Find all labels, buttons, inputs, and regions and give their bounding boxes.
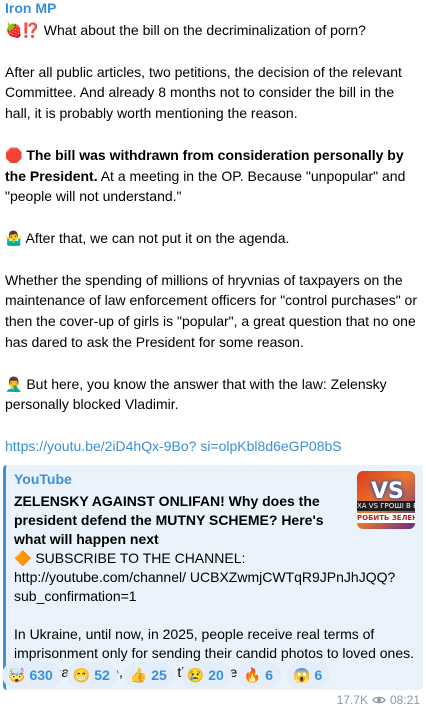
link-preview[interactable]: VS ХА VS ГРОШІ В БЮ РОБИТЬ ЗЕЛЕНСЬ YouTu… <box>3 464 423 690</box>
post-paragraph-2: After all public articles, two petitions… <box>5 63 402 122</box>
youtube-link[interactable]: https://youtu.be/2iD4hQx-9Bo? si=olpKbl8… <box>5 438 342 454</box>
mind-blown-emoji-icon: 🤯 <box>8 666 26 683</box>
channel-name[interactable]: Iron MP <box>5 0 421 20</box>
preview-title: ZELENSKY AGAINST ONLIFAN! Why does the p… <box>14 492 324 547</box>
reaction-grin[interactable]: 😁 52 <box>66 662 118 688</box>
thumbs-up-emoji-icon: 👍 <box>129 666 148 683</box>
preview-description-1: 🔶 SUBSCRIBE TO THE CHANNEL: http://youtu… <box>14 549 396 604</box>
message-bubble: Iron MP 🍓⁉️ What about the bill on the d… <box>0 0 426 709</box>
post-paragraph-3: 🛑 The bill was withdrawn from considerat… <box>5 145 421 207</box>
post-paragraph-6: 🤦‍♂️ But here, you know the answer that … <box>5 375 387 413</box>
fire-emoji-icon: 🔥 <box>243 666 262 683</box>
thumbnail-caption-1: ХА VS ГРОШІ В БЮ <box>357 500 415 511</box>
reaction-count: 52 <box>94 667 110 683</box>
reactions-bar: 🤯 630 😁 52 👍 25 😢 20 🔥 6 😱 6 <box>2 662 331 688</box>
post-paragraph-5: Whether the spending of millions of hryv… <box>5 271 417 350</box>
reaction-count: 25 <box>151 667 167 683</box>
reaction-count: 20 <box>208 667 224 683</box>
preview-site-name: YouTube <box>14 470 72 487</box>
eye-icon <box>372 696 386 704</box>
reaction-count: 6 <box>265 667 274 683</box>
reaction-thumbs-up[interactable]: 👍 25 <box>123 662 175 688</box>
reaction-fire[interactable]: 🔥 6 <box>237 662 282 688</box>
reaction-sad[interactable]: 😢 20 <box>180 662 232 688</box>
stop-sign-emoji: 🛑 <box>5 146 23 163</box>
reaction-scream[interactable]: 😱 6 <box>287 662 331 688</box>
view-count: 17.7K <box>336 693 368 707</box>
scream-emoji-icon: 😱 <box>293 666 311 683</box>
post-line-1: 🍓⁉️ What about the bill on the decrimina… <box>5 22 366 38</box>
message-time: 08:21 <box>389 693 420 707</box>
reaction-count: 630 <box>29 667 53 683</box>
post-paragraph-4: 🤷‍♂️ After that, we can not put it on th… <box>5 229 290 246</box>
preview-thumbnail[interactable]: VS ХА VS ГРОШІ В БЮ РОБИТЬ ЗЕЛЕНСЬ <box>357 470 415 529</box>
sad-emoji-icon: 😢 <box>186 666 205 683</box>
grin-emoji-icon: 😁 <box>72 666 91 683</box>
reaction-count: 6 <box>314 667 323 683</box>
thumbnail-caption-2: РОБИТЬ ЗЕЛЕНСЬ <box>357 512 415 523</box>
message-meta: 17.7K 08:21 <box>337 693 420 707</box>
reaction-mind-blown[interactable]: 🤯 630 <box>2 662 61 688</box>
